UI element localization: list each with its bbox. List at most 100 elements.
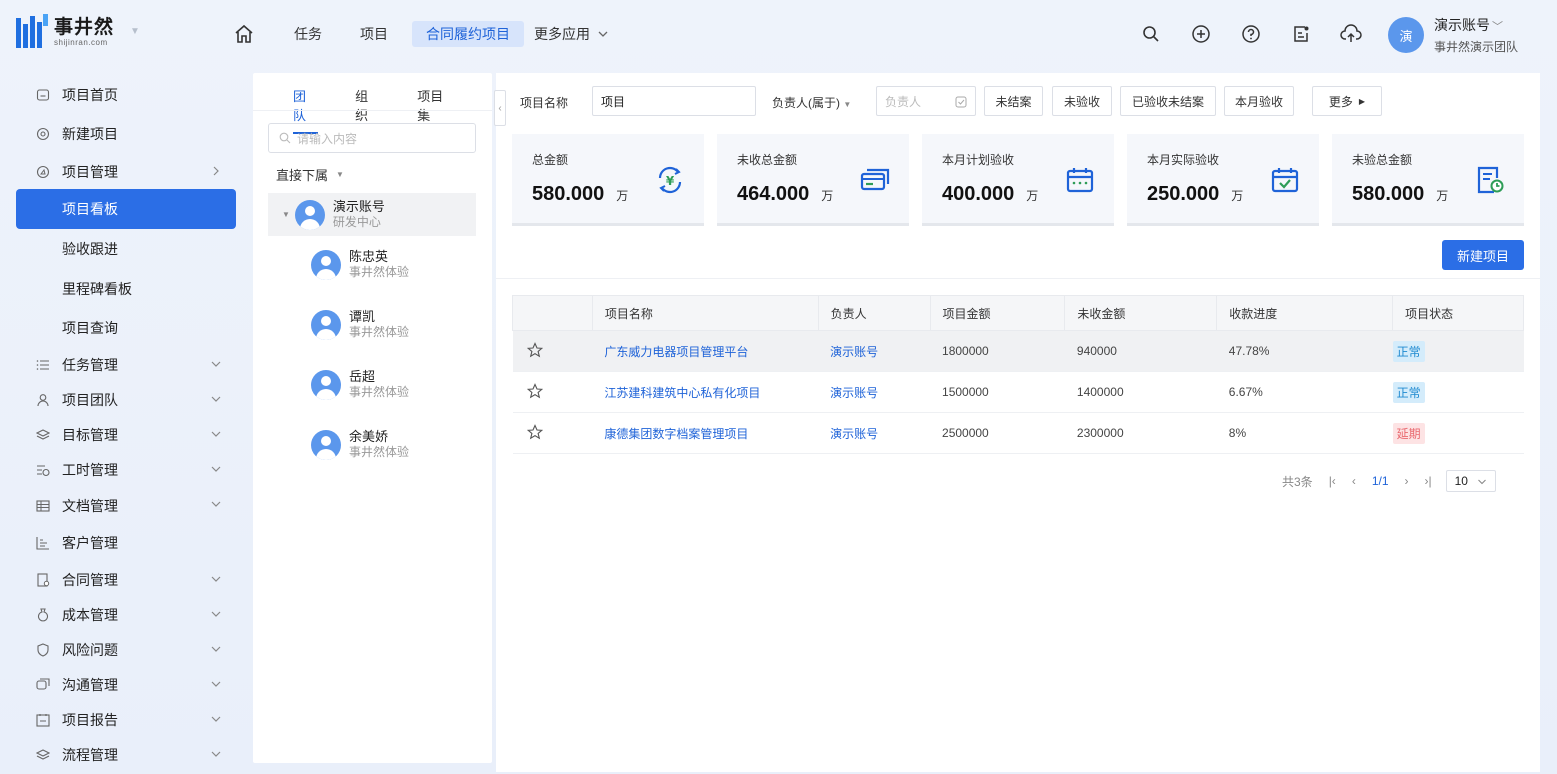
sidebar-item-project-team[interactable]: 项目团队 (16, 382, 236, 417)
table-row[interactable]: 广东威力电器项目管理平台 演示账号 1800000 940000 47.78% … (512, 330, 1524, 372)
card-label: 本月实际验收 (1147, 153, 1220, 167)
timesheet-icon (36, 463, 50, 477)
column-header[interactable]: 项目状态 (1392, 295, 1524, 331)
add-circle-icon[interactable] (1188, 21, 1214, 47)
caret-down-icon[interactable]: ▼ (282, 210, 290, 219)
pagination: 共3条 |‹ ‹ 1/1 › ›| 10 (1282, 470, 1496, 492)
member-dept: 研发中心 (332, 215, 381, 229)
table-row[interactable]: 康德集团数字档案管理项目 演示账号 2500000 2300000 8% 延期 (512, 412, 1524, 454)
sidebar-item-timesheet[interactable]: 工时管理 (16, 452, 236, 487)
more-filters-button[interactable]: 更多 ▶ (1312, 86, 1382, 116)
logo[interactable]: 事井然 shijinran.com (16, 14, 114, 50)
sidebar-item-project-home[interactable]: 项目首页 (16, 76, 236, 114)
collapse-panel-icon[interactable]: ‹ (494, 90, 506, 126)
sidebar-item-goal-management[interactable]: 目标管理 (16, 417, 236, 452)
prev-page-icon[interactable]: ‹ (1352, 474, 1356, 488)
tree-member[interactable]: 岳超 事井然体验 (311, 369, 409, 400)
owner-link[interactable]: 演示账号 (818, 371, 931, 413)
page-size-select[interactable]: 10 (1445, 470, 1496, 492)
column-header[interactable]: 收款进度 (1216, 295, 1394, 331)
filter-accepted-not-closed-button[interactable]: 已验收未结案 (1120, 86, 1216, 116)
sidebar-item-task-management[interactable]: 任务管理 (16, 347, 236, 382)
table-row[interactable]: 江苏建科建筑中心私有化项目 演示账号 1500000 1400000 6.67%… (512, 371, 1524, 413)
filter-not-accepted-button[interactable]: 未验收 (1052, 86, 1112, 116)
page-size-value: 10 (1454, 474, 1468, 488)
chevron-down-icon (211, 576, 221, 582)
sidebar-item-project-query[interactable]: 项目查询 (16, 309, 236, 347)
sidebar-item-label: 里程碑看板 (62, 281, 132, 297)
at-icon (36, 127, 50, 141)
sidebar-item-project-management[interactable]: 项目管理 (16, 154, 236, 189)
help-icon[interactable] (1238, 21, 1264, 47)
nav-tasks[interactable]: 任务 (280, 21, 336, 47)
filter-month-accept-button[interactable]: 本月验收 (1224, 86, 1294, 116)
star-icon[interactable] (526, 382, 543, 399)
filter-label: 直接下属 (276, 168, 329, 183)
table-icon (36, 499, 50, 513)
nav-projects[interactable]: 项目 (346, 21, 402, 47)
status-badge: 延期 (1392, 422, 1425, 444)
owner-input[interactable]: 负责人 (876, 86, 976, 116)
first-page-icon[interactable]: |‹ (1329, 474, 1336, 488)
user-menu[interactable]: 演 演示账号 ﹀ 事井然演示团队 (1388, 15, 1518, 55)
project-name-input[interactable]: 项目 (592, 86, 756, 116)
nav-contract-projects[interactable]: 合同履约项目 (412, 21, 524, 47)
tab-team[interactable]: 团队 (293, 86, 319, 134)
star-icon[interactable] (526, 423, 543, 440)
compass-icon (36, 165, 50, 179)
sidebar-item-documents[interactable]: 文档管理 (16, 487, 236, 524)
filter-not-closed-button[interactable]: 未结案 (984, 86, 1043, 116)
card-value: 464.000 万 (737, 183, 834, 205)
status-badge: 正常 (1392, 340, 1425, 362)
tree-member[interactable]: 谭凯 事井然体验 (311, 309, 409, 340)
sidebar-item-customers[interactable]: 客户管理 (16, 524, 236, 562)
owner-link[interactable]: 演示账号 (818, 412, 931, 454)
subordinate-filter[interactable]: 直接下属 ▼ (276, 165, 344, 184)
column-header[interactable]: 负责人 (818, 295, 931, 331)
card-value: 580.000 万 (1352, 183, 1449, 205)
tree-member[interactable]: 陈忠英 事井然体验 (311, 249, 409, 280)
column-header[interactable]: 项目名称 (592, 295, 819, 331)
tree-root-node[interactable]: ▼ 演示账号 研发中心 (268, 193, 476, 236)
project-name-link[interactable]: 康德集团数字档案管理项目 (592, 412, 819, 454)
star-icon[interactable] (526, 341, 543, 358)
sidebar-item-risks[interactable]: 风险问题 (16, 632, 236, 667)
avatar (294, 199, 325, 230)
sidebar-item-cost[interactable]: 成本管理 (16, 597, 236, 632)
team-tabs: 团队 组织 项目集 (293, 86, 492, 134)
sidebar-item-new-project[interactable]: 新建项目 (16, 114, 236, 154)
sidebar-item-project-board[interactable]: 项目看板 (16, 189, 236, 229)
new-project-button[interactable]: 新建项目 (1442, 240, 1524, 270)
sidebar-item-milestone[interactable]: 里程碑看板 (16, 269, 236, 309)
home-icon[interactable] (230, 20, 258, 48)
owner-link[interactable]: 演示账号 (818, 330, 931, 372)
project-name-link[interactable]: 江苏建科建筑中心私有化项目 (592, 371, 819, 413)
member-search-input[interactable]: 请输入内容 (268, 123, 476, 153)
next-page-icon[interactable]: › (1405, 474, 1409, 488)
tab-project-set[interactable]: 项目集 (417, 86, 455, 124)
nav-more-apps[interactable]: 更多应用 (534, 24, 610, 44)
sidebar-item-reports[interactable]: 项目报告 (16, 702, 236, 737)
tree-member[interactable]: 余美娇 事井然体验 (311, 429, 409, 460)
chevron-down-icon (211, 751, 221, 757)
column-header[interactable]: 项目金额 (930, 295, 1066, 331)
caret-down-icon[interactable]: ▼ (130, 26, 140, 37)
caret-down-icon: ▼ (336, 170, 344, 179)
project-board: 项目名称 项目 负责人(属于) ▼ 负责人 未结案 未验收 已验收未结案 本月验… (496, 73, 1540, 772)
sidebar-item-communication[interactable]: 沟通管理 (16, 667, 236, 702)
tab-organization[interactable]: 组织 (355, 86, 380, 124)
owner-scope-select[interactable]: 负责人(属于) ▼ (772, 94, 851, 111)
cloud-upload-icon[interactable] (1338, 21, 1364, 47)
home-icon (36, 88, 50, 102)
column-header[interactable]: 未收金额 (1064, 295, 1218, 331)
last-page-icon[interactable]: ›| (1425, 474, 1432, 488)
sidebar-item-acceptance[interactable]: 验收跟进 (16, 229, 236, 269)
sidebar-item-workflow[interactable]: 流程管理 (16, 737, 236, 772)
notice-icon[interactable] (1288, 21, 1314, 47)
sidebar-item-contracts[interactable]: 合同管理 (16, 562, 236, 597)
table-header-row: 项目名称 负责人 项目金额 未收金额 收款进度 项目状态 (512, 295, 1524, 331)
search-icon[interactable] (1138, 21, 1164, 47)
unpaid-amount: 1400000 (1064, 371, 1217, 413)
pick-user-icon[interactable] (955, 96, 967, 108)
project-name-link[interactable]: 广东威力电器项目管理平台 (592, 330, 819, 372)
